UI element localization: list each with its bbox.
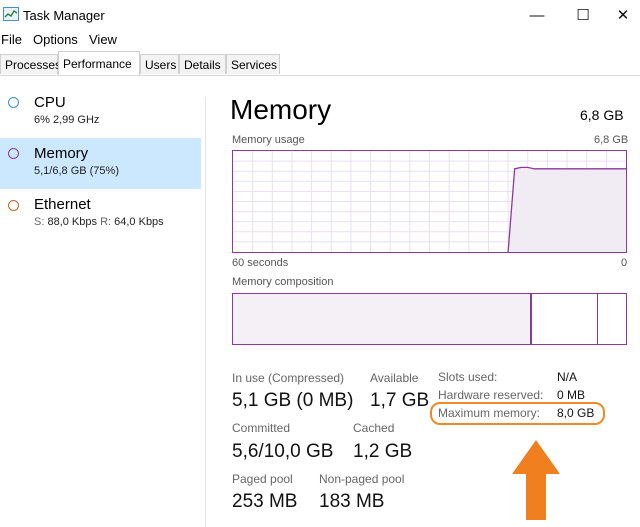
tab-details[interactable]: Details <box>179 54 226 74</box>
committed-value: 5,6/10,0 GB <box>232 441 334 462</box>
committed-label: Committed <box>232 421 291 435</box>
sidebar-item-memory[interactable]: Memory 5,1/6,8 GB (75%) <box>0 138 201 189</box>
sidebar-item-ethernet[interactable]: Ethernet S: 88,0 Kbps R: 64,0 Kbps <box>0 190 201 241</box>
task-manager-icon <box>3 7 19 21</box>
available-label: Available <box>370 371 419 385</box>
memory-usage-chart <box>232 150 627 253</box>
window-title: Task Manager <box>23 8 105 23</box>
sidebar-item-label: Ethernet <box>34 196 91 213</box>
nonpaged-pool-value: 183 MB <box>319 491 385 512</box>
nonpaged-pool-label: Non-paged pool <box>319 472 405 486</box>
send-rate: 88,0 Kbps <box>47 216 98 228</box>
cpu-indicator-icon <box>8 97 19 108</box>
usage-chart-min: 0 <box>621 257 628 269</box>
composition-in-use <box>233 294 531 344</box>
memory-indicator-icon <box>8 148 19 159</box>
close-icon: ✕ <box>616 7 630 24</box>
tab-processes[interactable]: Processes <box>0 54 61 74</box>
in-use-label: In use (Compressed) <box>232 371 345 385</box>
tab-services[interactable]: Services <box>226 54 280 74</box>
sidebar-item-sub: 5,1/6,8 GB (75%) <box>34 165 119 177</box>
usage-chart-label: Memory usage <box>232 134 305 146</box>
composition-label: Memory composition <box>232 276 334 288</box>
usage-chart-time: 60 seconds <box>232 257 289 269</box>
minimize-button[interactable]: — <box>514 0 560 30</box>
maximize-icon: ☐ <box>576 7 590 24</box>
sidebar-item-cpu[interactable]: CPU 6% 2,99 GHz <box>0 88 201 139</box>
composition-standby <box>597 294 598 344</box>
composition-modified <box>531 294 532 344</box>
hardware-reserved-label: Hardware reserved: <box>438 388 544 402</box>
sidebar-item-label: Memory <box>34 145 89 162</box>
menu-view[interactable]: View <box>89 32 117 47</box>
receive-label: R: <box>100 216 112 228</box>
in-use-value: 5,1 GB (0 MB) <box>232 390 354 411</box>
up-arrow-icon <box>512 440 560 520</box>
paged-pool-value: 253 MB <box>232 491 298 512</box>
hardware-reserved-value: 0 MB <box>557 388 586 402</box>
page-title: Memory <box>230 94 332 125</box>
tab-performance[interactable]: Performance <box>58 51 140 75</box>
cached-label: Cached <box>353 421 395 435</box>
highlight-oval <box>430 402 605 425</box>
available-value: 1,7 GB <box>370 390 430 411</box>
close-button[interactable]: ✕ <box>600 0 640 30</box>
usage-chart-max: 6,8 GB <box>594 134 629 146</box>
minimize-icon: — <box>529 6 545 24</box>
slots-used-value: N/A <box>557 370 578 384</box>
paged-pool-label: Paged pool <box>232 472 293 486</box>
sidebar-item-sub: S: 88,0 Kbps R: 64,0 Kbps <box>34 216 164 228</box>
memory-total: 6,8 GB <box>580 107 624 123</box>
slots-used-label: Slots used: <box>438 370 498 384</box>
receive-rate: 64,0 Kbps <box>114 216 164 228</box>
sidebar-divider <box>205 97 206 527</box>
tab-users[interactable]: Users <box>140 54 179 74</box>
sidebar-item-sub: 6% 2,99 GHz <box>34 114 100 126</box>
memory-composition-bar <box>232 293 627 345</box>
ethernet-indicator-icon <box>8 200 19 211</box>
cached-value: 1,2 GB <box>353 441 413 462</box>
menu-options[interactable]: Options <box>33 32 78 47</box>
menu-file[interactable]: File <box>1 32 22 47</box>
sidebar-item-label: CPU <box>34 94 66 111</box>
usage-area-fill <box>508 167 626 252</box>
send-label: S: <box>34 216 45 228</box>
